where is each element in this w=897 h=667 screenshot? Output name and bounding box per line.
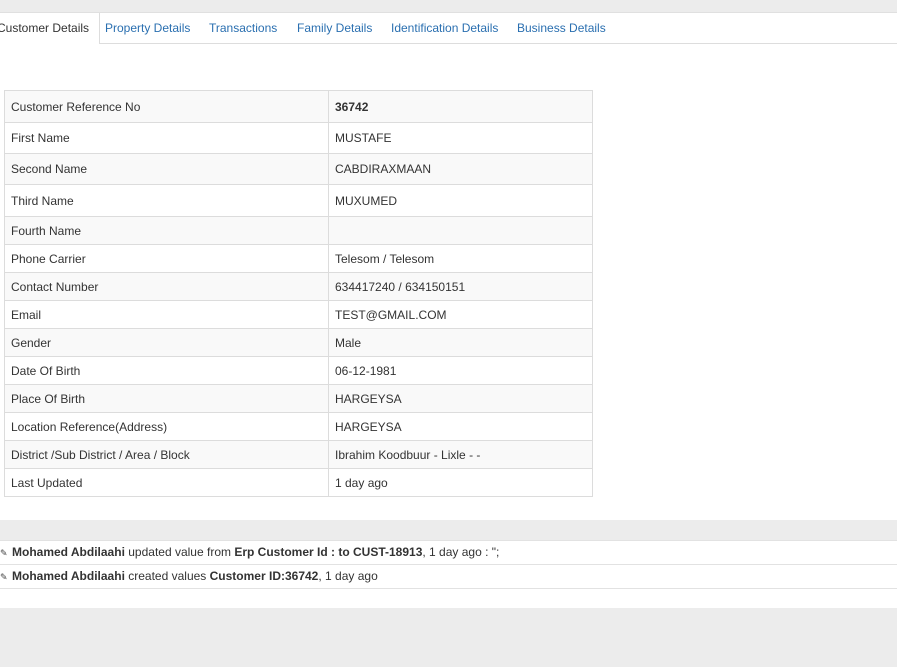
table-row: Second Name CABDIRAXMAAN xyxy=(4,153,593,185)
table-row: Place Of Birth HARGEYSA xyxy=(4,384,593,413)
field-value: MUSTAFE xyxy=(328,122,593,154)
field-value: CABDIRAXMAAN xyxy=(328,153,593,185)
log-subject: Customer ID:36742 xyxy=(209,569,319,583)
table-row: Last Updated 1 day ago xyxy=(4,468,593,497)
field-label: Third Name xyxy=(4,184,329,217)
field-label: Location Reference(Address) xyxy=(4,412,329,441)
log-user: Mohamed Abdilaahi xyxy=(12,545,125,559)
tab-bar: Customer Details Property Details Transa… xyxy=(0,12,897,44)
activity-log: ✎ Mohamed Abdilaahi updated value from Er… xyxy=(0,540,897,608)
edit-icon: ✎ xyxy=(0,572,8,582)
table-row: Email TEST@GMAIL.COM xyxy=(4,300,593,329)
table-row: Third Name MUXUMED xyxy=(4,184,593,217)
field-label: First Name xyxy=(4,122,329,154)
field-value: 06-12-1981 xyxy=(328,356,593,385)
log-suffix: , 1 day ago : "; xyxy=(422,545,500,559)
field-value xyxy=(328,216,593,245)
field-label: Contact Number xyxy=(4,272,329,301)
field-value: HARGEYSA xyxy=(328,412,593,441)
table-row: Gender Male xyxy=(4,328,593,357)
log-entry: ✎ Mohamed Abdilaahi created values Custom… xyxy=(0,564,897,589)
field-label: District /Sub District / Area / Block xyxy=(4,440,329,469)
table-row: Customer Reference No 36742 xyxy=(4,90,593,123)
table-row: Phone Carrier Telesom / Telesom xyxy=(4,244,593,273)
field-label: Fourth Name xyxy=(4,216,329,245)
log-action: updated value from xyxy=(128,545,231,559)
field-value: Male xyxy=(328,328,593,357)
field-label: Last Updated xyxy=(4,468,329,497)
tab-family-details[interactable]: Family Details xyxy=(297,13,372,43)
top-strip xyxy=(0,0,897,12)
field-value: MUXUMED xyxy=(328,184,593,217)
field-label: Place Of Birth xyxy=(4,384,329,413)
field-value: Ibrahim Koodbuur - Lixle - - xyxy=(328,440,593,469)
field-value: 1 day ago xyxy=(328,468,593,497)
table-row: Fourth Name xyxy=(4,216,593,245)
table-row: Date Of Birth 06-12-1981 xyxy=(4,356,593,385)
field-value: 36742 xyxy=(328,90,593,123)
log-entry: ✎ Mohamed Abdilaahi updated value from Er… xyxy=(0,540,897,564)
field-value: HARGEYSA xyxy=(328,384,593,413)
section-gap xyxy=(0,520,897,540)
table-row: First Name MUSTAFE xyxy=(4,122,593,154)
table-row: Contact Number 634417240 / 634150151 xyxy=(4,272,593,301)
field-label: Email xyxy=(4,300,329,329)
field-value: Telesom / Telesom xyxy=(328,244,593,273)
customer-panel: Customer Details Property Details Transa… xyxy=(0,12,897,520)
tab-identification-details[interactable]: Identification Details xyxy=(391,13,498,43)
edit-icon: ✎ xyxy=(0,548,8,558)
field-value: 634417240 / 634150151 xyxy=(328,272,593,301)
field-label: Gender xyxy=(4,328,329,357)
tab-business-details[interactable]: Business Details xyxy=(517,13,606,43)
log-suffix: , 1 day ago xyxy=(318,569,378,583)
log-user: Mohamed Abdilaahi xyxy=(12,569,125,583)
field-label: Date Of Birth xyxy=(4,356,329,385)
tab-property-details[interactable]: Property Details xyxy=(105,13,190,43)
log-subject: Erp Customer Id : to CUST-18913 xyxy=(234,545,423,559)
field-label: Phone Carrier xyxy=(4,244,329,273)
tab-customer-details[interactable]: Customer Details xyxy=(0,13,101,44)
table-row: District /Sub District / Area / Block Ib… xyxy=(4,440,593,469)
field-label: Customer Reference No xyxy=(4,90,329,123)
field-value: TEST@GMAIL.COM xyxy=(328,300,593,329)
field-label: Second Name xyxy=(4,153,329,185)
table-row: Location Reference(Address) HARGEYSA xyxy=(4,412,593,441)
customer-details-table: Customer Reference No 36742 First Name M… xyxy=(4,90,593,497)
log-action: created values xyxy=(128,569,207,583)
tab-transactions[interactable]: Transactions xyxy=(209,13,277,43)
